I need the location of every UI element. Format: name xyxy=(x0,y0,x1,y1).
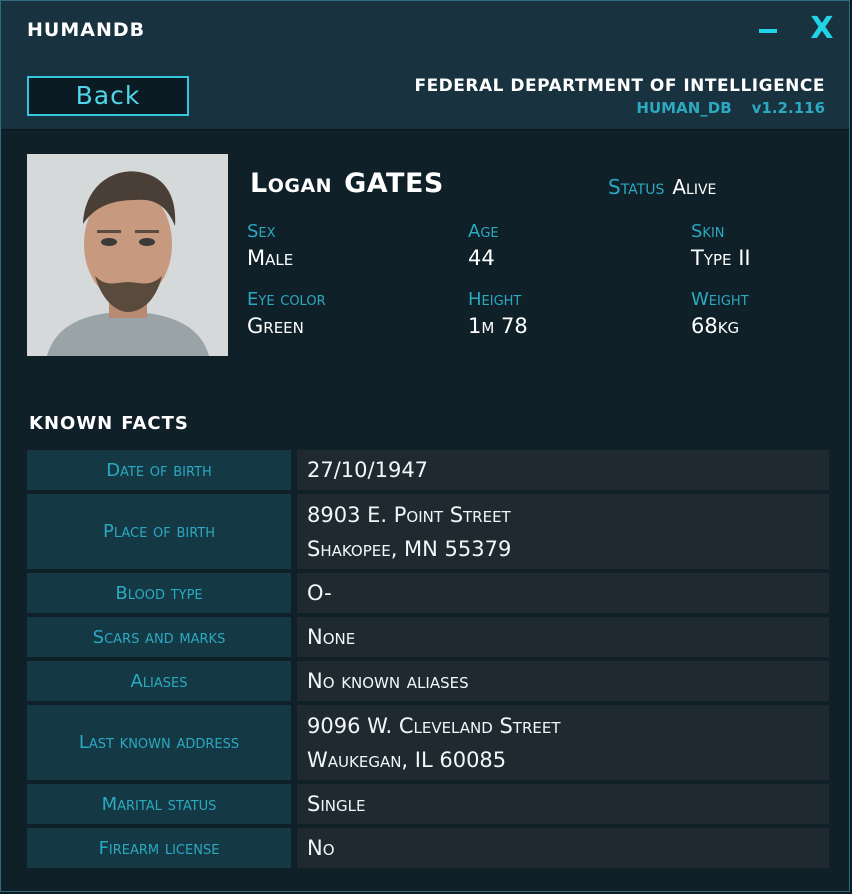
status-label: Status xyxy=(608,175,665,199)
fact-line: Shakopee, MN 55379 xyxy=(307,536,512,561)
fact-value: 9096 W. Cleveland Street Waukegan, IL 60… xyxy=(297,705,829,780)
portrait-image xyxy=(27,154,228,356)
fact-line: 27/10/1947 xyxy=(307,458,429,482)
table-row: Date of birth 27/10/1947 xyxy=(27,450,829,490)
title-word: FACTS xyxy=(121,413,189,434)
fact-line: No known aliases xyxy=(307,669,469,693)
fact-value: No known aliases xyxy=(297,661,829,701)
last-name: GATES xyxy=(344,168,444,199)
fact-value: No xyxy=(297,828,829,868)
attr-value: Male xyxy=(247,246,294,270)
attr-height: Height 1m 78 xyxy=(468,289,528,338)
table-row: Place of birth 8903 E. Point Street Shak… xyxy=(27,494,829,569)
attr-weight: Weight 68kg xyxy=(691,289,749,338)
fact-line: 9096 W. Cleveland Street xyxy=(307,713,561,738)
title-word: KNOWN xyxy=(29,413,114,434)
fact-value: O- xyxy=(297,573,829,613)
fact-line: None xyxy=(307,625,356,649)
fact-label: Blood type xyxy=(27,573,291,613)
table-row: Firearm license No xyxy=(27,828,829,868)
close-button[interactable]: X xyxy=(807,11,837,47)
attr-label: Sex xyxy=(247,221,276,242)
fact-value: 8903 E. Point Street Shakopee, MN 55379 xyxy=(297,494,829,569)
attr-value: Type II xyxy=(691,246,751,270)
attr-value: 68kg xyxy=(691,314,740,338)
attr-value: 44 xyxy=(468,246,495,270)
status-value: Alive xyxy=(672,175,717,199)
fact-line: O- xyxy=(307,581,332,605)
fact-line: Single xyxy=(307,792,366,816)
fact-label: Scars and marks xyxy=(27,617,291,657)
db-meta: HUMAN_DB v1.2.116 xyxy=(414,99,825,117)
agency-name: FEDERAL DEPARTMENT OF INTELLIGENCE xyxy=(414,76,825,96)
fact-line: Waukegan, IL 60085 xyxy=(307,747,507,772)
fact-label: Date of birth xyxy=(27,450,291,490)
person-name: Logan GATES xyxy=(250,168,444,199)
table-row: Last known address 9096 W. Cleveland Str… xyxy=(27,705,829,780)
attr-label: Weight xyxy=(691,289,749,310)
first-name: Logan xyxy=(250,168,333,199)
app-title: HUMANDB xyxy=(27,19,146,41)
attr-sex: Sex Male xyxy=(247,221,293,270)
fact-value: None xyxy=(297,617,829,657)
attr-value: 1m 78 xyxy=(468,314,528,338)
fact-label: Marital status xyxy=(27,784,291,824)
fact-label: Place of birth xyxy=(27,494,291,569)
known-facts-title: KNOWN FACTS xyxy=(29,413,189,434)
facts-table: Date of birth 27/10/1947 Place of birth … xyxy=(27,450,829,872)
db-name: HUMAN_DB xyxy=(636,99,732,117)
fact-label: Last known address xyxy=(27,705,291,780)
minimize-icon xyxy=(759,29,777,33)
back-button[interactable]: Back xyxy=(27,76,189,116)
title-bar: HUMANDB X Back FEDERAL DEPARTMENT OF INT… xyxy=(1,1,849,130)
fact-line: 8903 E. Point Street xyxy=(307,502,511,527)
app-window: HUMANDB X Back FEDERAL DEPARTMENT OF INT… xyxy=(0,0,850,892)
attr-skin: Skin Type II xyxy=(691,221,751,270)
fact-line: No xyxy=(307,836,335,860)
table-row: Aliases No known aliases xyxy=(27,661,829,701)
fact-value: Single xyxy=(297,784,829,824)
attr-age: Age 44 xyxy=(468,221,499,270)
fact-label: Aliases xyxy=(27,661,291,701)
db-version: v1.2.116 xyxy=(751,99,825,117)
attr-value: Green xyxy=(247,314,304,338)
table-row: Blood type O- xyxy=(27,573,829,613)
attr-eye-color: Eye color Green xyxy=(247,289,326,338)
table-row: Scars and marks None xyxy=(27,617,829,657)
profile-photo xyxy=(27,154,228,356)
agency-block: FEDERAL DEPARTMENT OF INTELLIGENCE HUMAN… xyxy=(414,76,825,117)
status-field: Status Alive xyxy=(608,175,716,199)
fact-label: Firearm license xyxy=(27,828,291,868)
attr-label: Height xyxy=(468,289,522,310)
fact-value: 27/10/1947 xyxy=(297,450,829,490)
attr-label: Skin xyxy=(691,221,725,242)
attr-label: Age xyxy=(468,221,499,242)
table-row: Marital status Single xyxy=(27,784,829,824)
attr-label: Eye color xyxy=(247,289,326,310)
